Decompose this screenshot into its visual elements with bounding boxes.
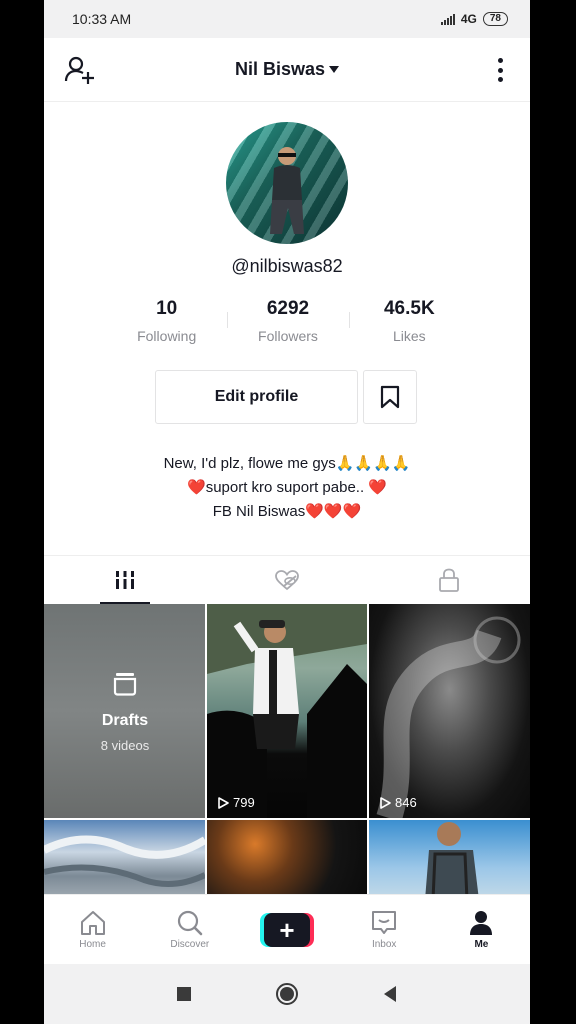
video-thumbnail[interactable] bbox=[207, 820, 367, 894]
video-thumbnail-image bbox=[44, 835, 205, 887]
person-icon bbox=[470, 910, 493, 935]
home-icon bbox=[80, 910, 105, 935]
system-navigation bbox=[44, 964, 530, 1024]
bookmark-icon bbox=[380, 385, 400, 409]
stat-followers[interactable]: 6292 Followers bbox=[227, 298, 348, 350]
account-switcher[interactable]: Nil Biswas bbox=[234, 59, 340, 80]
view-count: 846 bbox=[379, 795, 417, 810]
status-indicators: 4G 78 bbox=[440, 12, 508, 26]
stat-value: 6292 bbox=[266, 298, 310, 319]
play-icon bbox=[380, 796, 391, 809]
profile-handle: @nilbiswas82 bbox=[231, 256, 343, 276]
back-icon[interactable] bbox=[382, 985, 398, 1003]
bio-line: FB Nil Biswas❤️❤️❤️ bbox=[212, 503, 362, 520]
stat-value: 46.5K bbox=[383, 298, 435, 319]
view-count-value: 799 bbox=[233, 795, 255, 810]
content-tabs bbox=[44, 555, 530, 604]
video-thumbnail-image bbox=[425, 822, 479, 894]
edit-profile-button[interactable]: Edit profile bbox=[155, 370, 358, 424]
stat-label: Following bbox=[137, 328, 197, 344]
lock-icon bbox=[439, 568, 459, 592]
add-user-icon[interactable] bbox=[64, 54, 96, 86]
signal-icon bbox=[440, 13, 455, 25]
tab-liked[interactable] bbox=[206, 556, 368, 604]
video-thumbnail-image bbox=[207, 604, 367, 818]
stat-likes[interactable]: 46.5K Likes bbox=[348, 298, 470, 350]
home-button-icon[interactable] bbox=[275, 982, 299, 1006]
video-grid: Drafts 8 videos 799 846 bbox=[44, 604, 530, 894]
nav-me[interactable]: Me bbox=[433, 895, 530, 964]
nav-inbox[interactable]: Inbox bbox=[336, 895, 433, 964]
stat-label: Likes bbox=[392, 328, 426, 344]
tab-private[interactable] bbox=[368, 556, 530, 604]
create-button[interactable]: + bbox=[260, 912, 314, 947]
recents-icon[interactable] bbox=[176, 986, 192, 1002]
nav-discover[interactable]: Discover bbox=[141, 895, 238, 964]
nav-label: Inbox bbox=[371, 938, 397, 950]
nav-label: Me bbox=[474, 938, 489, 950]
drafts-count: 8 videos bbox=[100, 738, 150, 753]
phone-screen: 10:33 AM 4G 78 Nil Biswas @nilbiswas82 1… bbox=[44, 0, 530, 1024]
play-icon bbox=[218, 796, 229, 809]
video-thumbnail[interactable]: 799 bbox=[207, 604, 367, 818]
caret-down-icon bbox=[329, 66, 340, 73]
more-options-icon[interactable] bbox=[488, 56, 512, 84]
battery-icon: 78 bbox=[482, 12, 508, 26]
nav-create[interactable]: + bbox=[238, 895, 335, 964]
profile-header: Nil Biswas bbox=[44, 38, 530, 102]
stat-value: 10 bbox=[156, 298, 178, 319]
nav-label: Discover bbox=[170, 938, 210, 950]
profile-bio: New, I'd plz, flowe me gys🙏🙏🙏🙏 ❤️suport … bbox=[44, 452, 530, 524]
avatar[interactable] bbox=[226, 122, 348, 244]
stat-label: Followers bbox=[258, 328, 318, 344]
view-count: 799 bbox=[217, 795, 255, 810]
page-title: Nil Biswas bbox=[234, 59, 326, 79]
bio-line: ❤️suport kro suport pabe.. ❤️ bbox=[187, 479, 387, 496]
video-thumbnail[interactable]: 846 bbox=[369, 604, 530, 818]
grid-icon bbox=[114, 571, 136, 589]
profile-stats: 10 Following 6292 Followers 46.5K Likes bbox=[106, 298, 470, 350]
drafts-title: Drafts bbox=[101, 712, 149, 729]
network-type: 4G bbox=[460, 12, 477, 26]
nav-home[interactable]: Home bbox=[44, 895, 141, 964]
search-icon bbox=[177, 910, 203, 935]
video-thumbnail[interactable] bbox=[44, 820, 205, 894]
plus-icon: + bbox=[264, 912, 310, 947]
bottom-navigation: Home Discover + Inbox Me bbox=[44, 894, 530, 964]
favorites-button[interactable] bbox=[363, 370, 417, 424]
video-thumbnail[interactable] bbox=[369, 820, 530, 894]
drafts-tile[interactable]: Drafts 8 videos bbox=[44, 604, 205, 818]
hidden-heart-icon bbox=[275, 570, 299, 591]
status-bar: 10:33 AM 4G 78 bbox=[44, 0, 530, 38]
inbox-icon bbox=[372, 910, 397, 934]
video-thumbnail-image bbox=[376, 616, 521, 818]
nav-label: Home bbox=[79, 938, 106, 950]
avatar-photo bbox=[270, 147, 304, 234]
view-count-value: 846 bbox=[395, 795, 417, 810]
drafts-icon bbox=[113, 673, 137, 696]
status-time: 10:33 AM bbox=[72, 11, 132, 27]
tab-videos[interactable] bbox=[44, 556, 206, 604]
stat-following[interactable]: 10 Following bbox=[106, 298, 227, 350]
bio-line: New, I'd plz, flowe me gys🙏🙏🙏🙏 bbox=[163, 455, 411, 472]
